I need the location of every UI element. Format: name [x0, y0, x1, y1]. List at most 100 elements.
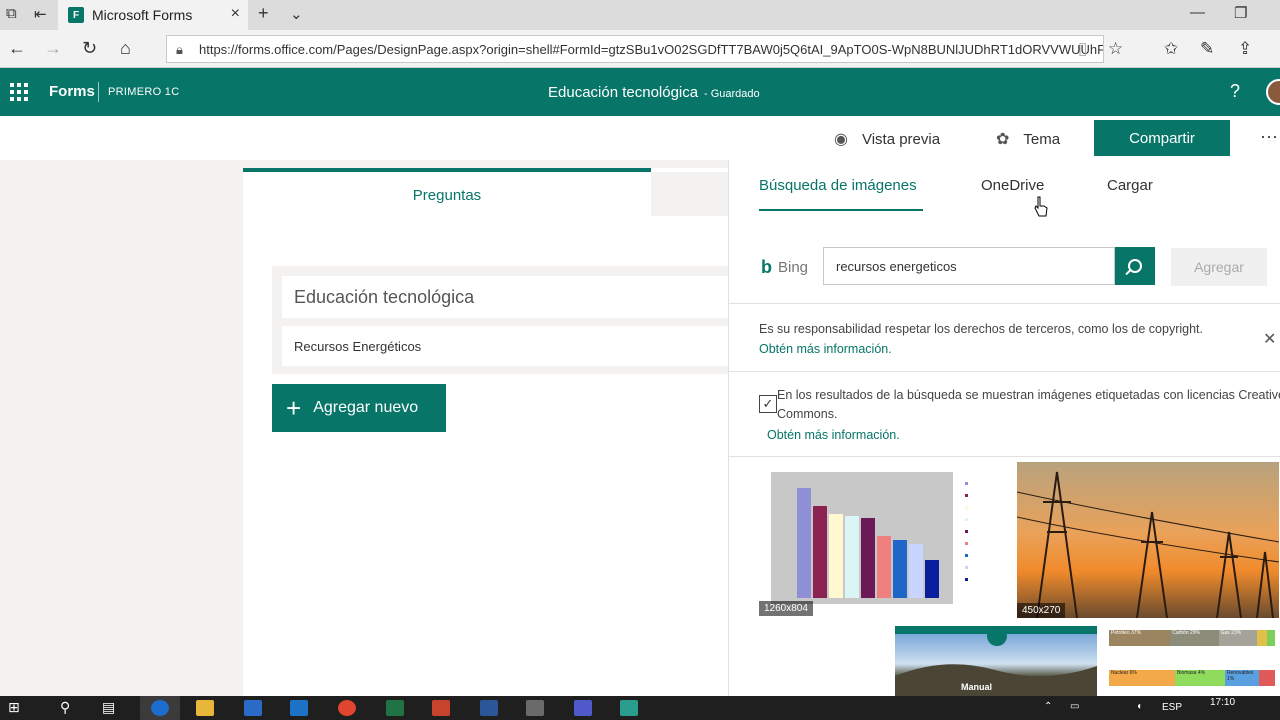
insert-image-panel: Búsqueda de imágenes OneDrive Cargar b B… — [728, 160, 1280, 696]
chevron-down-icon[interactable]: ⌄ — [290, 5, 303, 23]
taskbar: ⊞ ⚲ ▤ ⌃ ▭ ◖ ESP 17:10 — [0, 696, 1280, 720]
powerpoint-icon[interactable] — [432, 700, 450, 716]
power-lines-thumbnail — [1017, 471, 1279, 618]
palette-icon: ✿ — [996, 131, 1010, 148]
favorites-hub-icon[interactable]: ✩ — [1164, 39, 1178, 59]
creative-commons-checkbox[interactable]: ✓ — [759, 395, 777, 413]
cc-learn-more-link[interactable]: Obtén más información. — [767, 428, 900, 442]
command-bar: ◉ Vista previa ✿ Tema Compartir ··· — [0, 116, 1280, 160]
task-view-icon[interactable]: ▤ — [102, 699, 115, 716]
set-tabs-aside-icon[interactable]: ⇤ — [34, 5, 47, 23]
app-icon[interactable] — [620, 700, 638, 716]
brand-name[interactable]: Forms — [49, 83, 95, 100]
camera-icon[interactable] — [526, 700, 544, 716]
copyright-notice: Es su responsabilidad respetar los derec… — [759, 319, 1239, 359]
theme-label: Tema — [1023, 130, 1061, 148]
image-result[interactable]: 1260x804 — [759, 468, 1005, 616]
image-dimensions: 450x270 — [1017, 603, 1066, 618]
reading-view-icon[interactable]: ▯ — [1078, 39, 1087, 59]
tab-questions[interactable]: Preguntas — [243, 168, 651, 218]
browser-tab-title: Microsoft Forms — [92, 7, 193, 23]
share-button[interactable]: Compartir — [1094, 120, 1230, 156]
divider — [729, 303, 1280, 304]
hand-cursor-icon — [1034, 196, 1048, 217]
mail-icon[interactable] — [290, 700, 308, 716]
word-icon[interactable] — [480, 700, 498, 716]
form-title-field[interactable]: Educación tecnológica — [282, 276, 728, 318]
forms-header: Forms PRIMERO 1C Educación tecnológica -… — [0, 68, 1280, 116]
excel-icon[interactable] — [386, 700, 404, 716]
form-description-field[interactable]: Recursos Energéticos — [282, 326, 728, 366]
browser-tab-forms[interactable]: F Microsoft Forms × — [58, 0, 248, 30]
energy-segment — [1259, 670, 1275, 686]
bing-icon: b — [761, 257, 772, 277]
back-icon[interactable]: ← — [8, 38, 26, 59]
chevron-up-icon[interactable]: ⌃ — [1044, 701, 1052, 712]
landscape-thumbnail — [895, 626, 1097, 696]
theme-button[interactable]: ✿ Tema — [996, 129, 1060, 149]
help-icon[interactable]: ? — [1230, 81, 1240, 102]
avatar[interactable] — [1266, 79, 1280, 105]
new-tab-icon[interactable]: + — [258, 3, 269, 24]
close-icon[interactable]: ✕ — [1263, 329, 1276, 349]
forward-icon[interactable]: → — [44, 38, 62, 59]
bar-chart-thumbnail — [771, 472, 968, 604]
form-title-header: Educación tecnológica — [548, 84, 699, 101]
preview-button[interactable]: ◉ Vista previa — [834, 129, 940, 149]
edge-icon — [151, 700, 169, 716]
tab-responses[interactable] — [651, 172, 728, 216]
lock-icon[interactable]: 🔒︎ — [176, 42, 183, 58]
clock-time[interactable]: 17:10 — [1210, 697, 1235, 708]
pen-notes-icon[interactable]: ✎ — [1200, 39, 1214, 59]
energy-segment-label: Carbón 29% — [1170, 630, 1219, 646]
image-search-input[interactable]: recursos energeticos — [823, 247, 1115, 285]
tab-upload[interactable]: Cargar — [1107, 177, 1153, 194]
search-button[interactable] — [1115, 247, 1155, 285]
chrome-icon[interactable] — [338, 700, 356, 716]
language-indicator[interactable]: ESP — [1162, 702, 1182, 713]
divider — [729, 456, 1280, 457]
file-explorer-icon[interactable] — [196, 700, 214, 716]
url-field[interactable]: https://forms.office.com/Pages/DesignPag… — [166, 35, 1104, 63]
image-result[interactable]: 450x270 — [1017, 462, 1279, 618]
image-result[interactable]: Petróleo 37% Carbón 29% Gas 23% Nuclear … — [1109, 626, 1279, 696]
store-icon[interactable] — [244, 700, 262, 716]
copyright-notice-text: Es su responsabilidad respetar los derec… — [759, 322, 1203, 336]
energy-segment-label: Biomasa 4% — [1175, 670, 1225, 686]
favorite-star-icon[interactable]: ☆ — [1108, 39, 1123, 59]
volume-icon[interactable]: ◖ — [1136, 701, 1142, 712]
browser-tab-strip: ⧉ ⇤ F Microsoft Forms × + ⌄ — ❐ — [0, 0, 1280, 30]
app-launcher-icon[interactable] — [10, 83, 28, 101]
teams-icon[interactable] — [574, 700, 592, 716]
add-image-button[interactable]: Agregar — [1171, 248, 1267, 286]
tab-onedrive[interactable]: OneDrive — [981, 177, 1044, 194]
energy-segment — [1257, 630, 1267, 646]
add-new-button[interactable]: + Agregar nuevo — [272, 384, 446, 432]
search-icon[interactable]: ⚲ — [60, 699, 70, 716]
tab-actions-icon[interactable]: ⧉ — [6, 5, 17, 22]
energy-segment-label: Gas 23% — [1218, 630, 1258, 646]
brand-separator — [98, 82, 99, 102]
minimize-icon[interactable]: — — [1190, 4, 1205, 21]
plus-icon: + — [286, 392, 302, 423]
copyright-learn-more-link[interactable]: Obtén más información. — [759, 342, 892, 356]
forms-favicon-icon: F — [68, 7, 84, 23]
restore-icon[interactable]: ❐ — [1234, 4, 1247, 22]
bing-logo: b Bing — [761, 257, 808, 278]
form-card — [243, 168, 728, 696]
preview-label: Vista previa — [861, 130, 941, 148]
save-status: - Guardado — [704, 88, 760, 100]
bing-label: Bing — [778, 259, 809, 276]
close-tab-icon[interactable]: × — [231, 5, 240, 23]
network-icon[interactable]: ▭ — [1070, 701, 1079, 712]
refresh-icon[interactable]: ↻ — [82, 38, 97, 59]
org-name: PRIMERO 1C — [108, 86, 180, 98]
image-result[interactable]: Manual — [895, 626, 1097, 696]
share-page-icon[interactable]: ⇪ — [1238, 39, 1252, 59]
creative-commons-text: En los resultados de la búsqueda se mues… — [777, 388, 1280, 421]
more-options-icon[interactable]: ··· — [1260, 126, 1278, 147]
tab-image-search[interactable]: Búsqueda de imágenes — [759, 177, 917, 194]
add-new-label: Agregar nuevo — [313, 399, 419, 416]
home-icon[interactable]: ⌂ — [120, 38, 131, 59]
windows-start-icon[interactable]: ⊞ — [8, 699, 20, 716]
